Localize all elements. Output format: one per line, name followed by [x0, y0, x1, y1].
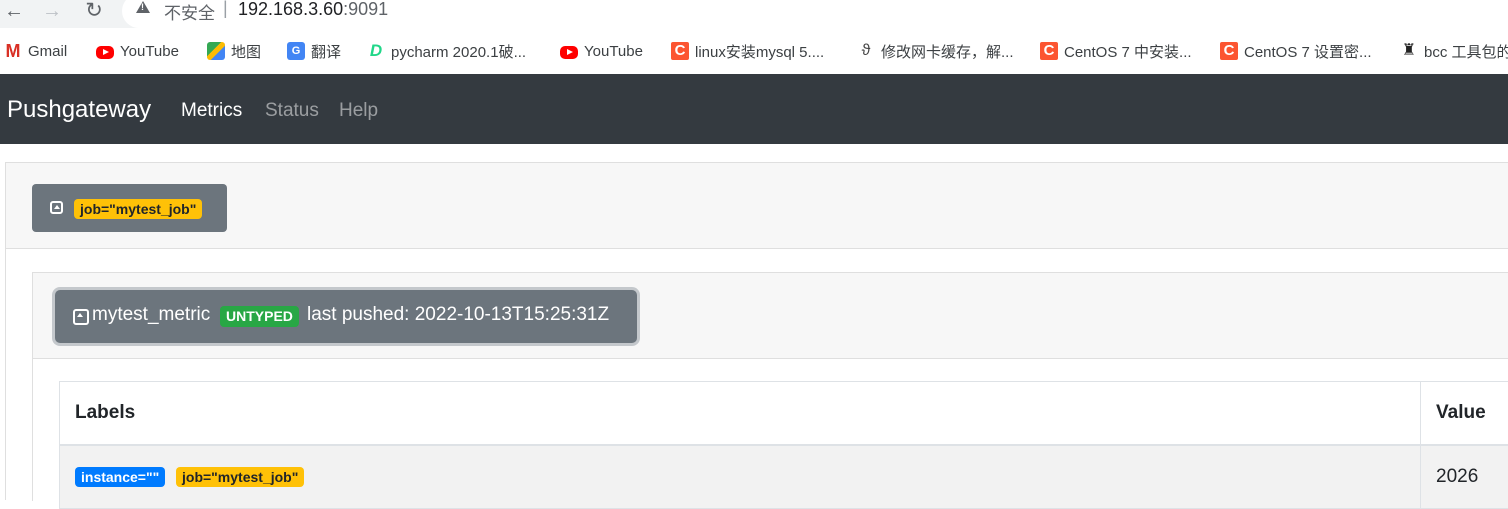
bookmark-nic-cache[interactable]: ϑ 修改网卡缓存，解...: [857, 41, 1014, 61]
security-status[interactable]: 不安全: [164, 0, 215, 24]
url-omnibox[interactable]: 不安全 | 192.168.3.60:9091: [122, 0, 1508, 28]
maps-icon: [207, 42, 225, 60]
nav-help[interactable]: Help: [339, 100, 378, 122]
job-toggle-button[interactable]: job="mytest_job": [32, 184, 227, 232]
bookmark-label: 修改网卡缓存，解...: [881, 41, 1014, 62]
nav-status[interactable]: Status: [265, 100, 319, 122]
metric-card-header: mytest_metric UNTYPED last pushed: 2022-…: [33, 273, 1508, 359]
translate-icon: G: [287, 42, 305, 60]
bookmark-label: CentOS 7 中安装...: [1064, 41, 1192, 62]
browser-address-bar-row: ← → ↻ 不安全 | 192.168.3.60:9091: [0, 0, 1508, 28]
bookmark-label: linux安装mysql 5....: [695, 41, 824, 62]
bookmark-label: pycharm 2020.1破...: [391, 41, 526, 62]
metric-card: mytest_metric UNTYPED last pushed: 2022-…: [32, 272, 1508, 501]
bcc-icon: ♜: [1400, 42, 1418, 60]
network-icon: ϑ: [857, 42, 875, 60]
gmail-icon: M: [4, 42, 22, 60]
bookmark-pycharm[interactable]: D pycharm 2020.1破...: [367, 41, 526, 61]
reload-icon[interactable]: ↻: [82, 0, 106, 24]
omnibox-divider: |: [223, 0, 228, 19]
job-label-badge: job="mytest_job": [176, 467, 304, 487]
job-card-header: job="mytest_job": [6, 163, 1508, 249]
bookmark-bcc[interactable]: ♜ bcc 工具包的: [1400, 41, 1508, 61]
url-text[interactable]: 192.168.3.60:9091: [238, 0, 388, 20]
labels-header: Labels: [60, 382, 1421, 446]
collapse-icon: [50, 201, 63, 214]
metric-name: mytest_metric: [92, 304, 210, 326]
bookmark-label: CentOS 7 设置密...: [1244, 41, 1372, 62]
job-label-badge: job="mytest_job": [74, 199, 202, 219]
youtube-icon: [96, 46, 114, 59]
youtube-icon: [560, 46, 578, 59]
bookmark-label: YouTube: [120, 43, 179, 60]
instance-label-badge: instance="": [75, 467, 165, 487]
job-card: job="mytest_job" mytest_metric UNTYPED l…: [5, 162, 1508, 500]
forward-arrow-icon[interactable]: →: [40, 0, 64, 24]
value-header: Value: [1421, 382, 1508, 446]
pycharm-icon: D: [367, 42, 385, 60]
bookmark-centos-install[interactable]: C CentOS 7 中安装...: [1040, 41, 1192, 61]
bookmark-centos-password[interactable]: C CentOS 7 设置密...: [1220, 41, 1372, 61]
collapse-icon: [73, 309, 89, 325]
warning-icon[interactable]: [136, 1, 150, 13]
nav-metrics[interactable]: Metrics: [181, 100, 242, 122]
last-pushed-text: last pushed: 2022-10-13T15:25:31Z: [307, 304, 609, 326]
table-header-row: Labels Value: [60, 382, 1508, 446]
back-arrow-icon[interactable]: ←: [2, 0, 26, 24]
csdn-icon: C: [671, 42, 689, 60]
bookmark-maps[interactable]: 地图: [207, 41, 261, 61]
bookmark-label: bcc 工具包的: [1424, 41, 1508, 62]
bookmark-label: 翻译: [311, 41, 341, 62]
bookmark-gmail[interactable]: M Gmail: [4, 41, 67, 61]
csdn-icon: C: [1040, 42, 1058, 60]
bookmark-youtube-2[interactable]: YouTube: [560, 41, 643, 61]
brand-link[interactable]: Pushgateway: [7, 96, 151, 124]
bookmark-translate[interactable]: G 翻译: [287, 41, 341, 61]
bookmark-label: Gmail: [28, 43, 67, 60]
metric-toggle-button[interactable]: mytest_metric UNTYPED last pushed: 2022-…: [55, 290, 637, 343]
bookmark-youtube[interactable]: YouTube: [96, 41, 179, 61]
csdn-icon: C: [1220, 42, 1238, 60]
bookmarks-bar: M Gmail YouTube 地图 G 翻译 D pycharm 2020.1…: [0, 28, 1508, 74]
metric-type-badge: UNTYPED: [220, 306, 299, 327]
bookmark-label: YouTube: [584, 43, 643, 60]
bookmark-label: 地图: [231, 41, 261, 62]
navbar: Pushgateway Metrics Status Help: [0, 74, 1508, 144]
bookmark-mysql[interactable]: C linux安装mysql 5....: [671, 41, 824, 61]
metric-values-table: Labels Value instance="" job="mytest_job…: [59, 381, 1508, 509]
